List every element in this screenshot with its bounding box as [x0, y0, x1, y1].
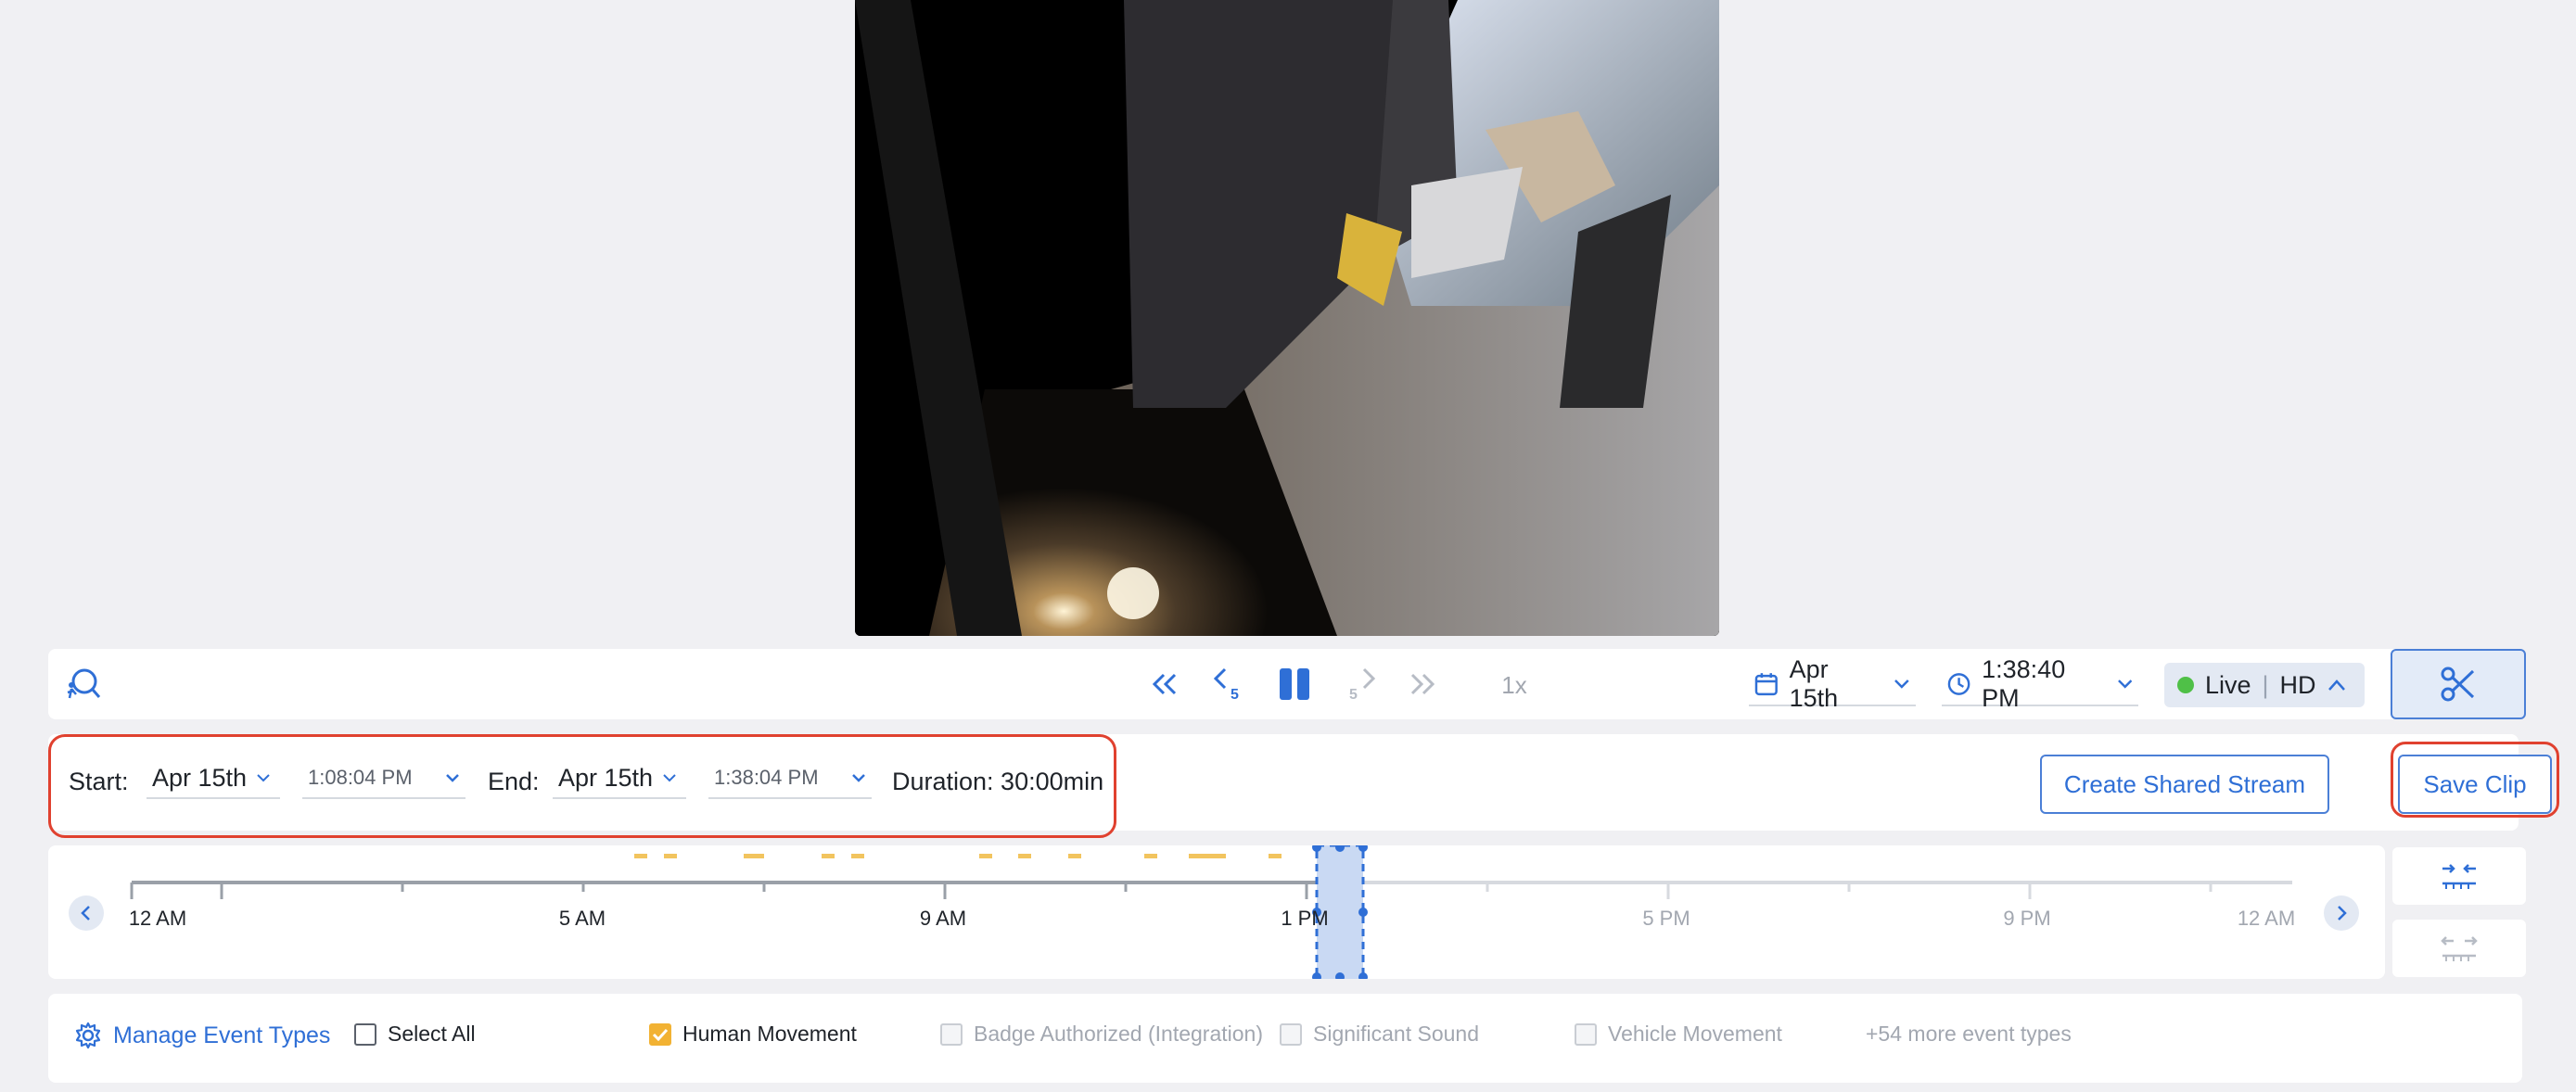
camera-video-feed[interactable]: [855, 0, 1719, 636]
tick-label: 9 AM: [919, 907, 967, 930]
live-status-dot: [2177, 677, 2194, 693]
end-time-value: 1:38:04 PM: [714, 766, 819, 789]
timeline-zoom-in-button[interactable]: [2392, 847, 2526, 905]
divider: |: [2262, 670, 2269, 699]
motion-search-icon[interactable]: [63, 666, 102, 705]
timeline-panel[interactable]: 12 AM 5 AM 9 AM 1 PM 5 PM 9 PM 12 AM: [48, 845, 2385, 979]
start-time-value: 1:08:04 PM: [308, 766, 413, 789]
chevron-down-icon: [2117, 679, 2132, 689]
checkbox-disabled[interactable]: [940, 1022, 963, 1046]
gear-icon: [75, 1022, 101, 1049]
chevron-down-icon: [446, 774, 459, 782]
event-type-human-movement[interactable]: Human Movement: [649, 1022, 857, 1047]
checkbox-checked[interactable]: [649, 1022, 671, 1046]
tick-label: 5 AM: [558, 907, 606, 930]
clip-range-panel: Start: Apr 15th 1:08:04 PM End: Apr 15th…: [48, 734, 2559, 838]
skip-back-5-icon[interactable]: 5: [1209, 664, 1246, 705]
chevron-down-icon: [1894, 679, 1909, 689]
calendar-icon: [1754, 673, 1778, 696]
tick-label: 12 AM: [2237, 907, 2296, 930]
tick-label: 1 PM: [1281, 907, 1329, 930]
manage-event-types-link[interactable]: Manage Event Types: [74, 1022, 330, 1049]
time-picker[interactable]: 1:38:40 PM: [1942, 655, 2138, 712]
event-type-badge-authorized[interactable]: Badge Authorized (Integration): [940, 1022, 1263, 1047]
pause-icon[interactable]: [1276, 666, 1313, 703]
start-time-select[interactable]: 1:08:04 PM: [302, 758, 465, 799]
time-value: 1:38:40 PM: [1982, 655, 2066, 712]
event-type-label: Badge Authorized (Integration): [974, 1022, 1263, 1046]
duration-text: Duration: 30:00min: [892, 768, 1104, 795]
live-label: Live: [2205, 670, 2251, 699]
zoom-in-icon: [2442, 864, 2476, 889]
chevron-up-icon: [2327, 679, 2345, 691]
end-date-select[interactable]: Apr 15th: [553, 758, 686, 799]
more-event-types-link[interactable]: +54 more event types: [1866, 1022, 2072, 1047]
rewind-icon[interactable]: [1146, 667, 1183, 701]
checkbox-disabled[interactable]: [1575, 1022, 1597, 1046]
tick-label: 12 AM: [128, 907, 187, 930]
chevron-down-icon: [257, 774, 270, 782]
clip-mode-button[interactable]: [2391, 649, 2526, 719]
start-label: Start:: [69, 768, 129, 795]
tick-label: 5 PM: [1642, 907, 1690, 930]
end-time-select[interactable]: 1:38:04 PM: [708, 758, 872, 799]
more-event-types-label: +54 more event types: [1866, 1022, 2072, 1046]
event-type-vehicle-movement[interactable]: Vehicle Movement: [1575, 1022, 1782, 1047]
video-frame: [855, 0, 1719, 636]
manage-event-types-label: Manage Event Types: [113, 1022, 331, 1048]
event-type-label: Significant Sound: [1313, 1022, 1480, 1046]
clock-icon: [1947, 673, 1970, 695]
playback-speed[interactable]: 1x: [1491, 669, 1537, 701]
event-markers: [634, 854, 1282, 858]
event-type-label: Vehicle Movement: [1608, 1022, 1782, 1046]
quality-label: HD: [2279, 670, 2316, 699]
scissors-icon: [2441, 667, 2475, 702]
start-date-value: Apr 15th: [152, 763, 248, 792]
select-all-checkbox[interactable]: Select All: [354, 1022, 476, 1047]
skip-forward-5-icon[interactable]: 5: [1343, 664, 1380, 705]
event-type-label: Human Movement: [682, 1022, 857, 1046]
checkmark-icon: [652, 1028, 669, 1041]
start-date-select[interactable]: Apr 15th: [147, 758, 280, 799]
fast-forward-icon[interactable]: [1404, 667, 1441, 701]
event-type-significant-sound[interactable]: Significant Sound: [1280, 1022, 1479, 1047]
timeline-zoom-out-button[interactable]: [2392, 920, 2526, 977]
chevron-down-icon: [852, 774, 865, 782]
zoom-out-icon: [2441, 936, 2478, 961]
date-value: Apr 15th: [1789, 655, 1839, 712]
playback-control-bar: 5 5 1x Apr 15th 1:38:40 PM Live | HD: [48, 649, 2519, 719]
end-date-value: Apr 15th: [558, 763, 654, 792]
end-label: End:: [488, 768, 540, 795]
svg-text:5: 5: [1231, 687, 1239, 703]
checkbox-disabled[interactable]: [1280, 1022, 1302, 1046]
checkbox[interactable]: [354, 1022, 376, 1046]
svg-text:5: 5: [1349, 687, 1358, 703]
save-clip-button[interactable]: Save Clip: [2398, 755, 2552, 814]
date-picker[interactable]: Apr 15th: [1749, 655, 1916, 712]
tick-label: 9 PM: [2003, 907, 2051, 930]
create-shared-stream-button[interactable]: Create Shared Stream: [2040, 755, 2329, 814]
select-all-label: Select All: [388, 1022, 476, 1046]
chevron-down-icon: [663, 774, 676, 782]
event-types-panel: Manage Event Types Select All Human Move…: [48, 994, 2522, 1083]
live-quality-toggle[interactable]: Live | HD: [2164, 663, 2365, 707]
